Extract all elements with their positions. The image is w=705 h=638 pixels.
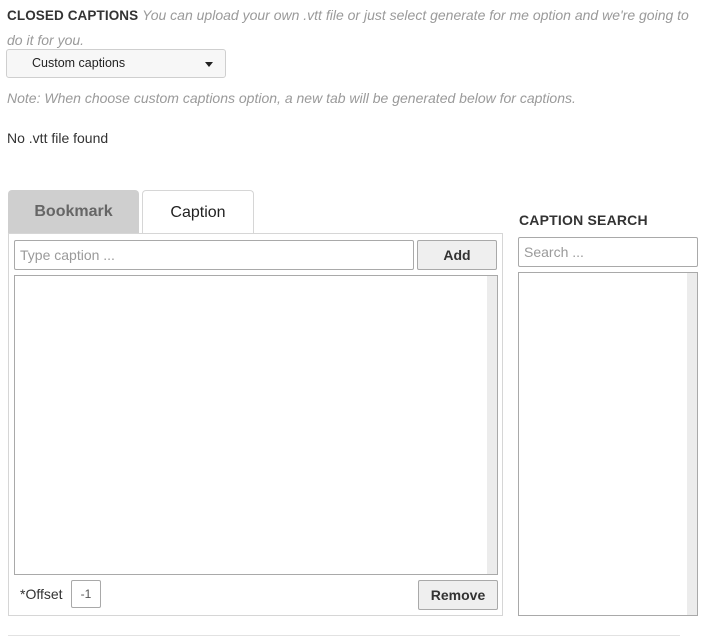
tab-bookmark[interactable]: Bookmark bbox=[8, 190, 139, 234]
caret-down-icon bbox=[205, 62, 213, 67]
caption-mode-select[interactable]: Custom captions bbox=[6, 49, 226, 78]
caption-mode-selected-value: Custom captions bbox=[32, 56, 126, 70]
remove-caption-button[interactable]: Remove bbox=[418, 580, 498, 610]
caption-search-title: CAPTION SEARCH bbox=[519, 212, 648, 228]
offset-label: *Offset bbox=[20, 586, 63, 602]
offset-input[interactable] bbox=[71, 580, 101, 608]
caption-list-scrollbar[interactable] bbox=[487, 276, 497, 574]
caption-search-results[interactable] bbox=[518, 272, 698, 616]
vtt-status-text: No .vtt file found bbox=[7, 130, 109, 146]
tab-caption[interactable]: Caption bbox=[142, 190, 254, 235]
bottom-divider bbox=[8, 635, 680, 636]
caption-search-input[interactable] bbox=[518, 237, 698, 267]
search-results-scrollbar[interactable] bbox=[687, 273, 697, 615]
caption-input[interactable] bbox=[14, 240, 414, 270]
add-caption-button[interactable]: Add bbox=[417, 240, 497, 270]
closed-captions-header: CLOSED CAPTIONS You can upload your own … bbox=[7, 3, 697, 52]
custom-captions-note: Note: When choose custom captions option… bbox=[7, 90, 576, 106]
caption-list[interactable] bbox=[14, 275, 498, 575]
closed-captions-title: CLOSED CAPTIONS bbox=[7, 8, 139, 23]
